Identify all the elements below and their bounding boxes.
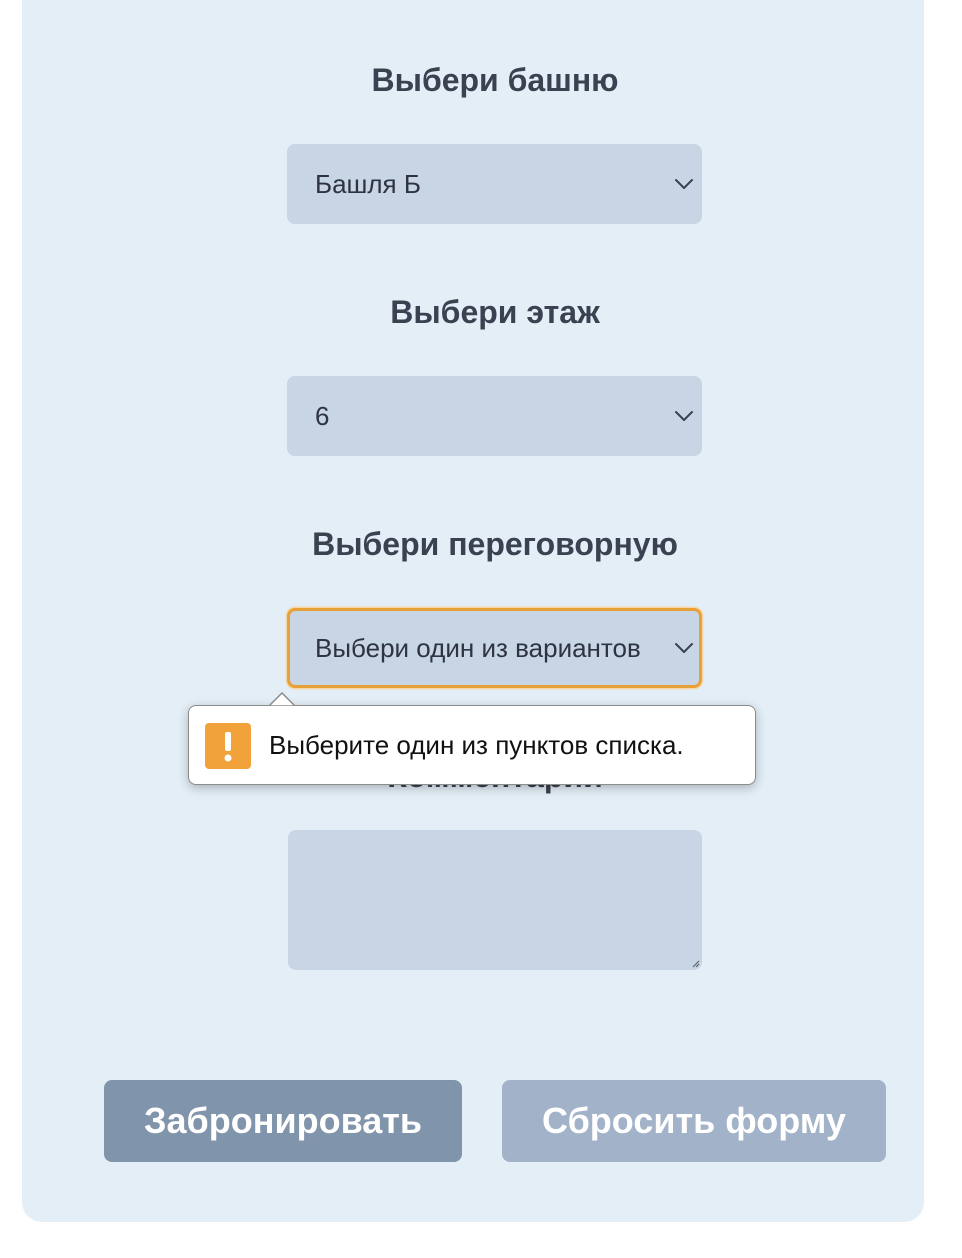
chevron-down-icon <box>675 411 693 421</box>
room-label: Выбери переговорную <box>312 526 678 562</box>
submit-button[interactable]: Забронировать <box>104 1080 462 1162</box>
comment-textarea[interactable] <box>288 830 702 970</box>
floor-label: Выбери этаж <box>390 294 600 330</box>
chevron-down-icon <box>675 643 693 653</box>
tower-label: Выбери башню <box>371 62 619 98</box>
chevron-down-icon <box>675 179 693 189</box>
validation-tooltip: Выберите один из пунктов списка. <box>188 692 756 785</box>
floor-select-value: 6 <box>315 401 330 431</box>
room-select-value: Выбери один из вариантов <box>315 633 641 663</box>
booking-form-card: Выбери башню Башля Б Выбери этаж 6 Выбер… <box>22 0 924 1222</box>
warning-icon <box>205 723 251 769</box>
validation-message: Выберите один из пунктов списка. <box>269 730 684 760</box>
reset-button[interactable]: Сбросить форму <box>502 1080 886 1162</box>
tower-select[interactable]: Башля Б <box>287 144 702 224</box>
room-select[interactable]: Выбери один из вариантов <box>287 608 702 688</box>
resize-grip-icon[interactable] <box>692 960 700 968</box>
tower-select-value: Башля Б <box>315 169 421 199</box>
floor-select[interactable]: 6 <box>287 376 702 456</box>
